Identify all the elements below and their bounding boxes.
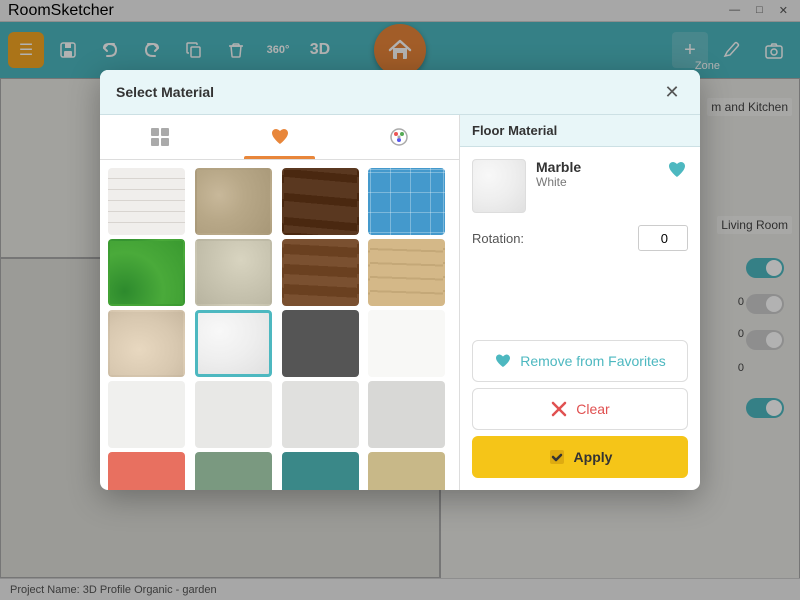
modal-overlay: Select Material ✕ [0, 0, 800, 600]
select-material-dialog: Select Material ✕ [100, 70, 700, 490]
material-empty-4[interactable] [282, 381, 359, 448]
action-buttons: Remove from Favorites Clear [460, 332, 700, 490]
material-empty-2[interactable] [108, 381, 185, 448]
rotation-label: Rotation: [472, 231, 524, 246]
material-empty-5[interactable] [368, 381, 445, 448]
rotation-row: Rotation: [472, 225, 688, 251]
apply-button[interactable]: Apply [472, 436, 688, 478]
material-blue-tile[interactable] [368, 168, 445, 235]
material-sage[interactable] [195, 452, 272, 490]
material-dark-gray[interactable] [282, 310, 359, 377]
dialog-body: Floor Material Marble White [100, 115, 700, 490]
floor-material-label: Floor Material [460, 115, 700, 147]
material-med-wood[interactable] [282, 239, 359, 306]
clear-button[interactable]: Clear [472, 388, 688, 430]
detail-content: Marble White Rotation: [460, 147, 700, 332]
heart-remove-icon [494, 352, 512, 370]
remove-favorites-button[interactable]: Remove from Favorites [472, 340, 688, 382]
close-dialog-button[interactable]: ✕ [660, 80, 684, 104]
material-dark-wood[interactable] [282, 168, 359, 235]
material-tan[interactable] [368, 452, 445, 490]
grid-icon [149, 126, 171, 148]
apply-label: Apply [574, 449, 613, 465]
material-subname: White [536, 175, 656, 189]
tab-all[interactable] [100, 115, 220, 159]
material-empty-3[interactable] [195, 381, 272, 448]
material-teal[interactable] [282, 452, 359, 490]
tab-favorites[interactable] [220, 115, 340, 159]
material-marble-beige[interactable] [108, 310, 185, 377]
clear-icon [550, 400, 568, 418]
material-preview [472, 159, 526, 213]
material-info: Marble White [472, 159, 688, 213]
material-light-wood[interactable] [368, 239, 445, 306]
rotation-input[interactable] [638, 225, 688, 251]
palette-icon [388, 126, 410, 148]
detail-panel: Floor Material Marble White [460, 115, 700, 490]
material-grid [100, 160, 459, 490]
dialog-header: Select Material ✕ [100, 70, 700, 115]
remove-favorites-label: Remove from Favorites [520, 353, 665, 369]
material-stone[interactable] [195, 168, 272, 235]
material-name: Marble [536, 159, 656, 175]
heart-tab-icon [269, 126, 291, 148]
material-grass[interactable] [108, 239, 185, 306]
clear-label: Clear [576, 401, 609, 417]
material-empty-1[interactable] [368, 310, 445, 377]
material-name-block: Marble White [536, 159, 656, 189]
material-granite[interactable] [195, 239, 272, 306]
dialog-title: Select Material [116, 84, 214, 100]
favorite-heart-icon[interactable] [666, 159, 688, 187]
tab-bar [100, 115, 459, 160]
material-white-brick[interactable] [108, 168, 185, 235]
material-salmon[interactable] [108, 452, 185, 490]
apply-icon [548, 448, 566, 466]
material-white-marble[interactable] [195, 310, 272, 377]
tab-palette[interactable] [339, 115, 459, 159]
material-panel [100, 115, 460, 490]
